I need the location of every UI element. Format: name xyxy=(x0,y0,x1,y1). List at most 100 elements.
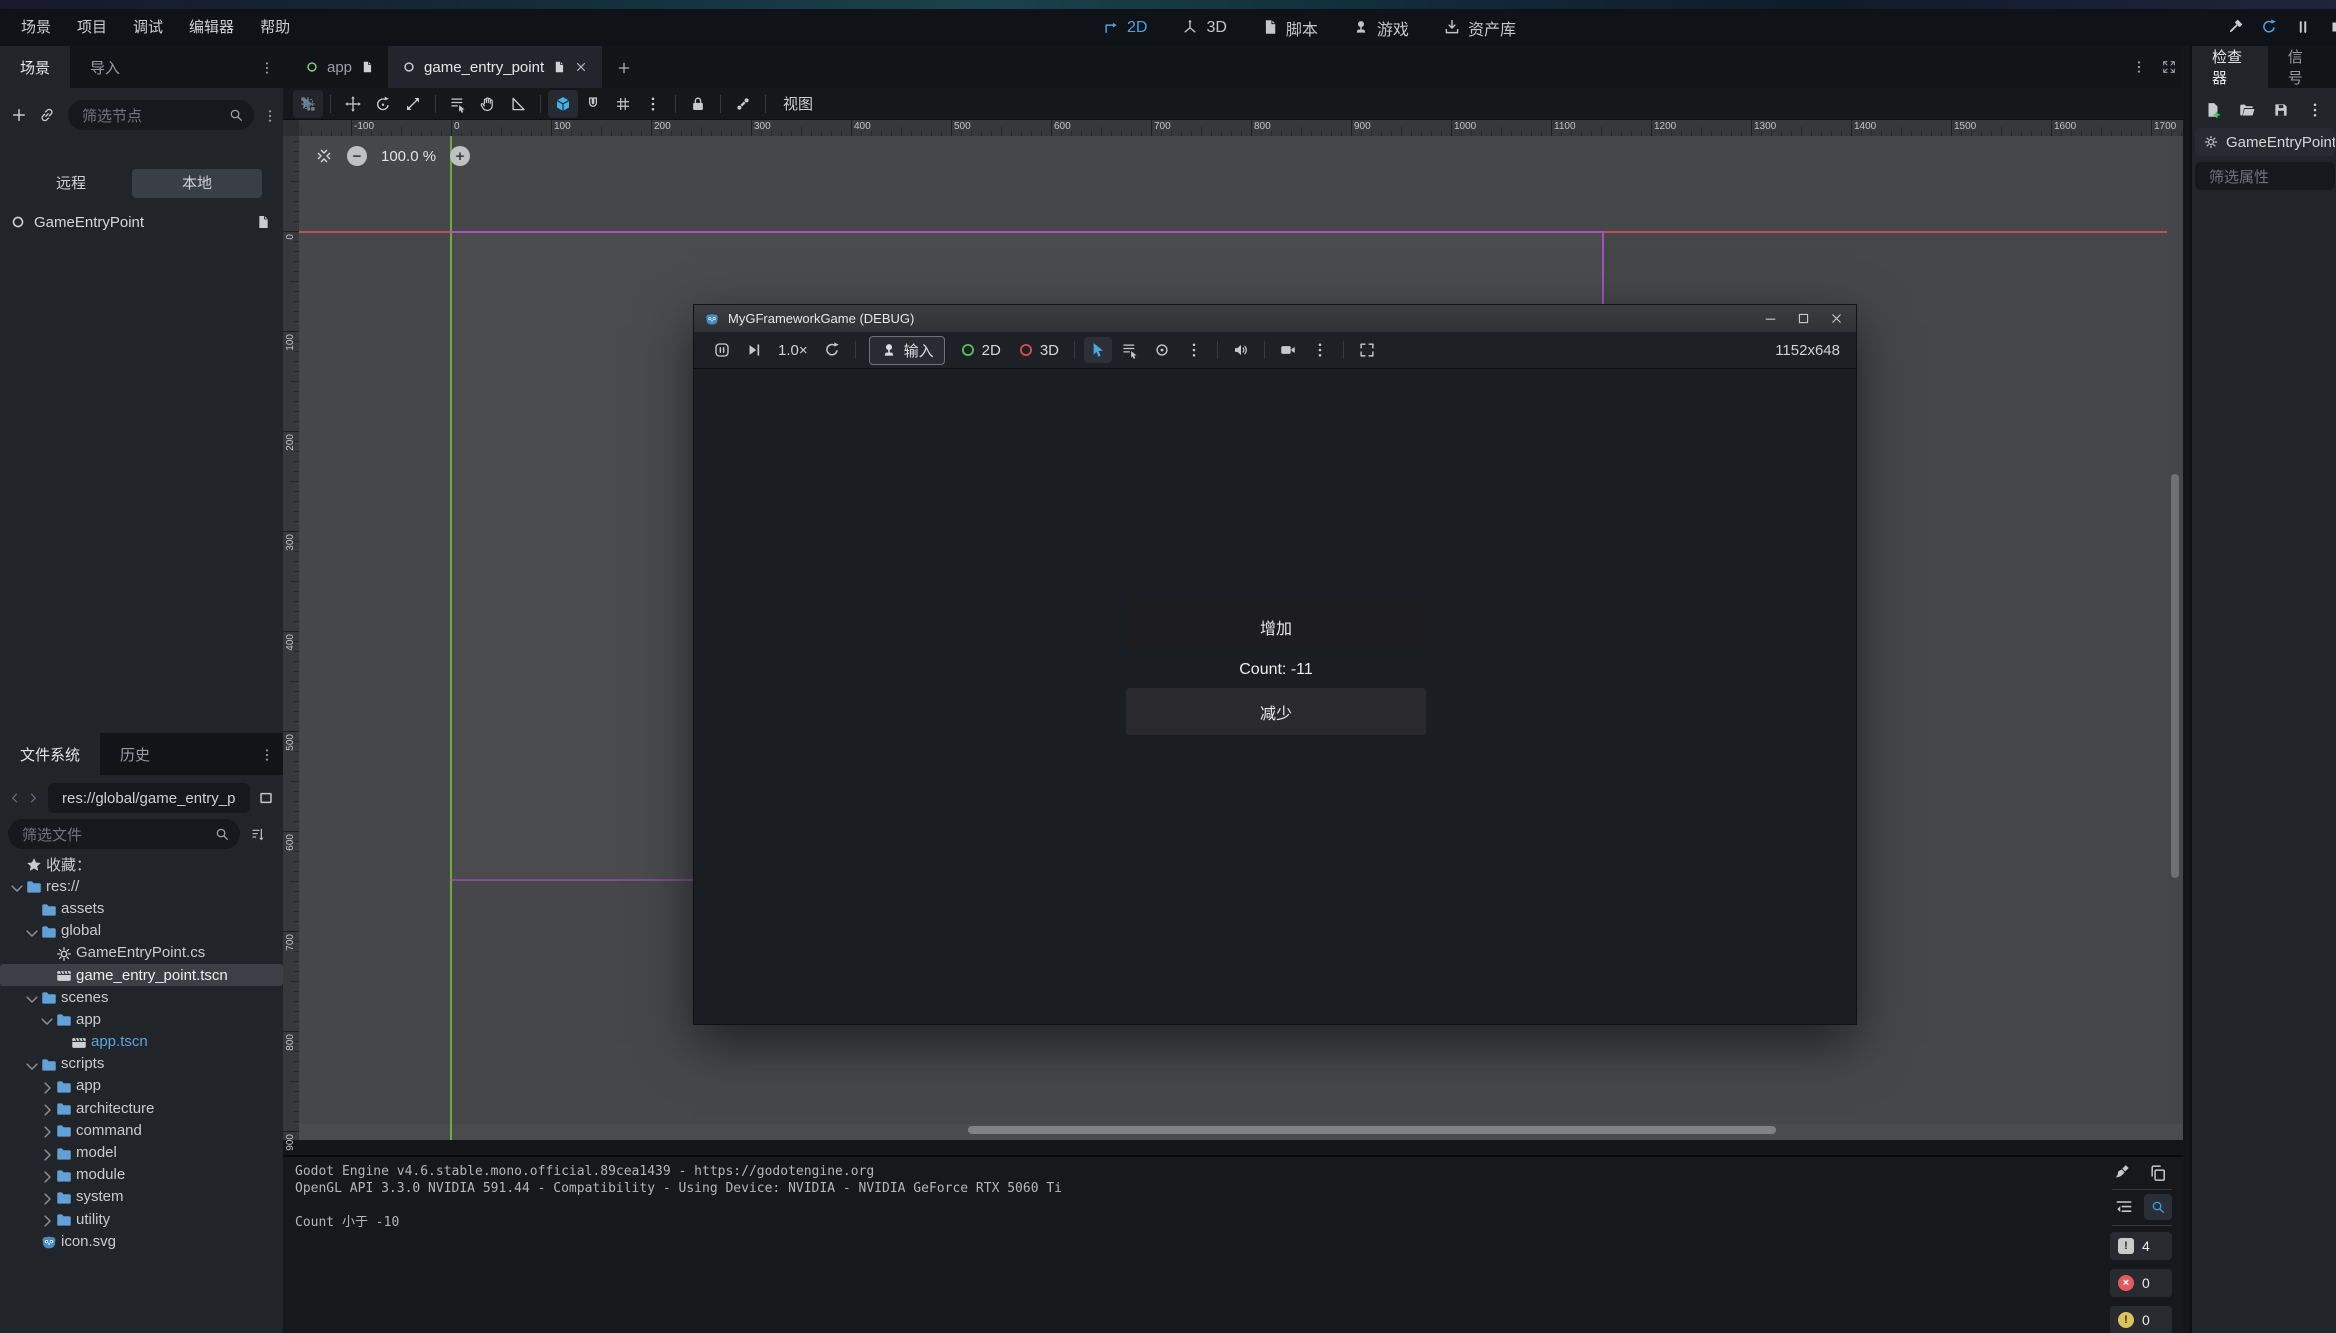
chevron-right-icon[interactable] xyxy=(38,1168,52,1182)
new-resource-button[interactable] xyxy=(2204,101,2222,119)
file-model[interactable]: model xyxy=(0,1141,283,1163)
tab-inspector[interactable]: 检查器 xyxy=(2192,46,2268,88)
chevron-right-icon[interactable] xyxy=(38,1190,52,1204)
save-resource-button[interactable] xyxy=(2272,101,2290,119)
lock-button[interactable] xyxy=(683,90,713,118)
input-mode-toggle[interactable]: 输入 xyxy=(869,336,945,365)
file-app-dir[interactable]: app xyxy=(0,1008,283,1030)
increase-button[interactable]: 增加 xyxy=(1126,603,1426,650)
fullscreen-button[interactable] xyxy=(1353,337,1381,363)
chevron-right-icon[interactable] xyxy=(38,1146,52,1160)
snap-config-button[interactable] xyxy=(608,90,638,118)
scene-tab-game-entry-point[interactable]: game_entry_point xyxy=(388,46,602,88)
reset-speed-button[interactable] xyxy=(818,337,846,363)
workspace-game-button[interactable]: 游戏 xyxy=(1342,13,1419,43)
viewport-vscrollbar[interactable] xyxy=(2167,136,2183,1124)
camera-reset-button[interactable] xyxy=(1148,337,1176,363)
decrease-button[interactable]: 减少 xyxy=(1126,688,1426,735)
filter-files-input[interactable]: 筛选文件 xyxy=(8,819,240,849)
new-scene-tab-button[interactable] xyxy=(616,58,632,75)
load-resource-button[interactable] xyxy=(2238,101,2256,119)
grid-snap-button[interactable] xyxy=(578,90,608,118)
tab-list-menu-icon[interactable] xyxy=(2131,59,2147,75)
workspace-3d-button[interactable]: 3D xyxy=(1171,13,1236,43)
zoom-out-button[interactable]: − xyxy=(347,146,367,166)
zoom-in-button[interactable]: + xyxy=(450,146,470,166)
file-icon-svg[interactable]: icon.svg xyxy=(0,1230,283,1252)
smart-snap-button[interactable] xyxy=(548,90,578,118)
file-global[interactable]: global xyxy=(0,920,283,942)
pause-button[interactable] xyxy=(2294,18,2314,38)
close-icon[interactable] xyxy=(1829,311,1844,326)
rotate-tool-button[interactable] xyxy=(368,90,398,118)
messages-count-badge[interactable]: !4 xyxy=(2110,1232,2172,1260)
file-scenes[interactable]: scenes xyxy=(0,986,283,1008)
history-back-icon[interactable] xyxy=(8,791,22,805)
speed-button[interactable]: 1.0× xyxy=(770,342,816,359)
errors-count-badge[interactable]: ×0 xyxy=(2110,1269,2172,1297)
script-icon[interactable] xyxy=(552,60,566,74)
close-icon[interactable] xyxy=(574,60,588,74)
sort-files-icon[interactable] xyxy=(250,826,266,842)
maximize-icon[interactable] xyxy=(1796,311,1811,326)
file-system[interactable]: system xyxy=(0,1186,283,1208)
local-button[interactable]: 本地 xyxy=(132,169,262,198)
scale-tool-button[interactable] xyxy=(398,90,428,118)
file-architecture[interactable]: architecture xyxy=(0,1097,283,1119)
game-viewport[interactable]: 增加 Count: -11 减少 xyxy=(694,369,1856,1024)
expand-viewport-icon[interactable] xyxy=(2161,59,2177,75)
collapse-output-icon[interactable] xyxy=(2114,1197,2134,1217)
center-view-icon[interactable] xyxy=(315,147,333,165)
chevron-down-icon[interactable] xyxy=(23,924,37,938)
override-menu-button[interactable] xyxy=(1306,337,1334,363)
workspace-2d-button[interactable]: 2D xyxy=(1092,13,1157,43)
reload-button[interactable] xyxy=(2260,18,2280,38)
workspace-script-button[interactable]: 脚本 xyxy=(1251,13,1328,43)
hscrollbar-thumb[interactable] xyxy=(968,1126,1776,1134)
inspector-tab-overflow-icon[interactable] xyxy=(2332,58,2336,75)
pan-button[interactable] xyxy=(473,90,503,118)
workspace-assetlib-button[interactable]: 资产库 xyxy=(1433,13,1526,43)
tab-signals[interactable]: 信号 xyxy=(2268,46,2332,88)
list-select-button[interactable] xyxy=(443,90,473,118)
menu-item-debug[interactable]: 调试 xyxy=(120,13,176,43)
stop-button[interactable] xyxy=(2328,18,2336,38)
menu-item-scene[interactable]: 场景 xyxy=(8,13,64,43)
camera-menu-button[interactable] xyxy=(1180,337,1208,363)
build-button[interactable] xyxy=(2226,18,2246,38)
filter-properties-input[interactable]: 筛选属性 xyxy=(2195,162,2335,190)
chevron-down-icon[interactable] xyxy=(23,1057,37,1071)
zoom-level[interactable]: 100.0 % xyxy=(381,148,436,165)
pause-game-button[interactable] xyxy=(708,337,736,363)
tab-filesystem[interactable]: 文件系统 xyxy=(0,733,100,775)
list-select-button[interactable] xyxy=(1116,337,1144,363)
file-utility[interactable]: utility xyxy=(0,1208,283,1230)
warnings-count-badge[interactable]: !0 xyxy=(2110,1306,2172,1333)
file-module[interactable]: module xyxy=(0,1164,283,1186)
scene-tree-menu-icon[interactable] xyxy=(262,106,278,123)
script-icon[interactable] xyxy=(255,214,271,230)
clear-output-icon[interactable] xyxy=(2114,1163,2134,1183)
chevron-right-icon[interactable] xyxy=(38,1123,52,1137)
select-mode-button[interactable] xyxy=(1084,337,1112,363)
tab-scene[interactable]: 场景 xyxy=(0,46,70,88)
mute-button[interactable] xyxy=(1227,337,1255,363)
file-scripts-app[interactable]: app xyxy=(0,1075,283,1097)
menu-item-editor[interactable]: 编辑器 xyxy=(176,13,247,43)
horizontal-ruler[interactable]: -100010020030040050060070080090010001100… xyxy=(299,120,2183,136)
filter-nodes-input[interactable]: 筛选节点 xyxy=(68,100,254,130)
tab-import[interactable]: 导入 xyxy=(70,46,140,88)
chevron-down-icon[interactable] xyxy=(38,1012,52,1026)
split-filesystem-icon[interactable] xyxy=(258,790,274,806)
file-gameentrypoint-cs[interactable]: GameEntryPoint.cs xyxy=(0,942,283,964)
game-window[interactable]: MyGFrameworkGame (DEBUG) 1.0×输入2D3D1152x… xyxy=(693,304,1857,1025)
file-app-tscn[interactable]: app.tscn xyxy=(0,1031,283,1053)
chevron-right-icon[interactable] xyxy=(38,1079,52,1093)
measure-button[interactable] xyxy=(503,90,533,118)
output-log[interactable]: Godot Engine v4.6.stable.mono.official.8… xyxy=(295,1163,2103,1231)
vscrollbar-thumb[interactable] xyxy=(2171,474,2179,878)
menu-item-help[interactable]: 帮助 xyxy=(247,13,303,43)
copy-output-icon[interactable] xyxy=(2148,1163,2168,1183)
scene-tree-root-node[interactable]: GameEntryPoint xyxy=(2,208,281,236)
mode-3d-button[interactable]: 3D xyxy=(1009,341,1067,359)
